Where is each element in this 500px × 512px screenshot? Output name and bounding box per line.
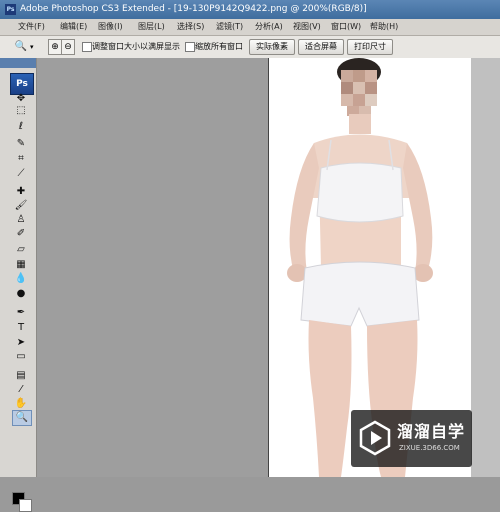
menu-window[interactable]: 窗口(W)	[331, 19, 361, 35]
zoom-all-windows-label: 缩放所有窗口	[195, 42, 243, 51]
zoom-out-icon[interactable]: ⊖	[61, 39, 75, 55]
chevron-down-icon[interactable]: ▾	[30, 40, 38, 54]
eraser-tool-icon[interactable]: ▱	[12, 243, 30, 257]
crop-tool-icon[interactable]: ⌗	[12, 152, 30, 166]
menu-help[interactable]: 帮助(H)	[370, 19, 398, 35]
zoom-all-windows-checkbox[interactable]	[185, 42, 195, 52]
brush-tool-icon[interactable]: 🖌	[12, 199, 30, 213]
menu-select[interactable]: 选择(S)	[177, 19, 204, 35]
pen-tool-icon[interactable]: ✒	[12, 306, 30, 320]
window-title: Adobe Photoshop CS3 Extended - [19-130P9…	[20, 4, 367, 14]
title-bar: Ps Adobe Photoshop CS3 Extended - [19-13…	[0, 0, 500, 19]
healing-tool-icon[interactable]: ✚	[12, 185, 30, 199]
resize-window-checkbox[interactable]	[82, 42, 92, 52]
dodge-tool-icon[interactable]: ●	[12, 287, 30, 301]
menu-file[interactable]: 文件(F)	[18, 19, 45, 35]
quick-select-tool-icon[interactable]: ✎	[12, 137, 30, 151]
watermark-logo: 溜溜自学 ZIXUE.3D66.COM	[351, 410, 472, 467]
menu-layer[interactable]: 图层(L)	[138, 19, 165, 35]
eyedropper-tool-icon[interactable]: ⁄	[12, 383, 30, 397]
watermark-subtitle: ZIXUE.3D66.COM	[399, 444, 460, 452]
slice-tool-icon[interactable]: ⟋	[12, 167, 30, 181]
watermark-title: 溜溜自学	[397, 422, 466, 441]
notes-tool-icon[interactable]: ▤	[12, 369, 30, 383]
fit-screen-button[interactable]: 适合屏幕	[298, 39, 344, 55]
canvas-edge	[470, 58, 500, 477]
lasso-tool-icon[interactable]: ℓ	[12, 120, 30, 134]
menu-image[interactable]: 图像(I)	[98, 19, 123, 35]
type-tool-icon[interactable]: T	[12, 321, 30, 335]
hand-tool-icon[interactable]: ✋	[12, 397, 30, 411]
zoom-preset-icon[interactable]: 🔍	[14, 40, 28, 54]
options-bar: 🔍 ▾ ⊕ ⊖ 调整窗口大小以满屏显示 缩放所有窗口 实际像素 适合屏幕 打印尺…	[0, 36, 500, 59]
history-brush-icon[interactable]: ✐	[12, 227, 30, 241]
zoom-tool-icon[interactable]: 🔍	[12, 410, 32, 426]
zoom-in-icon[interactable]: ⊕	[48, 39, 62, 55]
pixelated-face	[341, 70, 377, 116]
menu-bar: 文件(F) 编辑(E) 图像(I) 图层(L) 选择(S) 滤镜(T) 分析(A…	[0, 19, 500, 36]
shape-tool-icon[interactable]: ▭	[12, 350, 30, 364]
menu-edit[interactable]: 编辑(E)	[60, 19, 87, 35]
menu-filter[interactable]: 滤镜(T)	[216, 19, 243, 35]
marquee-tool-icon[interactable]: ⬚	[12, 104, 30, 118]
blur-tool-icon[interactable]: 💧	[12, 272, 30, 286]
print-size-button[interactable]: 打印尺寸	[347, 39, 393, 55]
background-color-swatch[interactable]	[19, 499, 32, 512]
play-logo-icon	[359, 420, 391, 456]
resize-window-label: 调整窗口大小以满屏显示	[92, 42, 180, 51]
toolbox: Ps ✥ ⬚ ℓ ✎ ⌗ ⟋ ✚ 🖌 ♙ ✐ ▱ ▦ 💧 ● ✒ T ➤ ▭ ▤ ⁄ ✋ 🔍	[0, 58, 37, 512]
menu-analysis[interactable]: 分析(A)	[255, 19, 283, 35]
gradient-tool-icon[interactable]: ▦	[12, 258, 30, 272]
path-select-icon[interactable]: ➤	[12, 336, 30, 350]
photoshop-app-icon: Ps	[5, 4, 16, 15]
actual-pixels-button[interactable]: 实际像素	[249, 39, 295, 55]
menu-view[interactable]: 视图(V)	[293, 19, 321, 35]
stamp-tool-icon[interactable]: ♙	[12, 213, 30, 227]
toolbox-header[interactable]	[0, 58, 36, 68]
